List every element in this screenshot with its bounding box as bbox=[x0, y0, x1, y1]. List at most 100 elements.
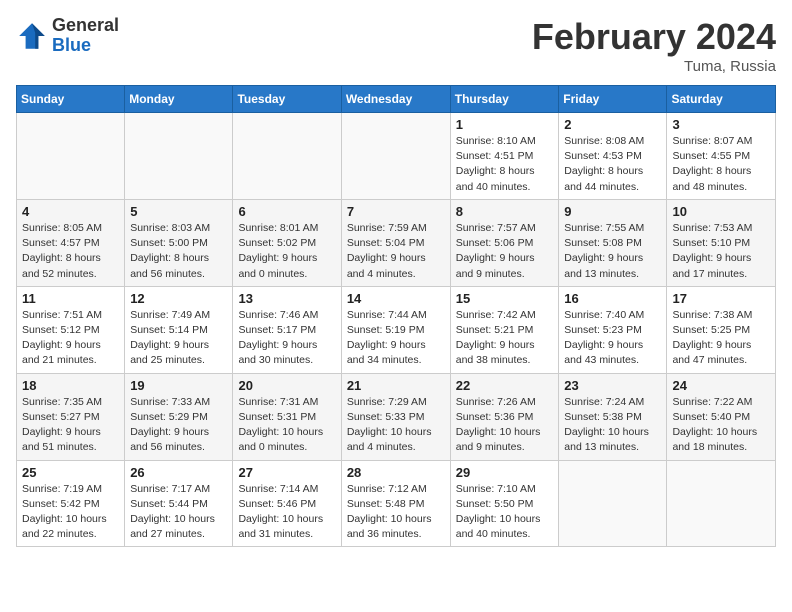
calendar-week-row: 25Sunrise: 7:19 AM Sunset: 5:42 PM Dayli… bbox=[17, 460, 776, 547]
day-info: Sunrise: 7:55 AM Sunset: 5:08 PM Dayligh… bbox=[564, 221, 661, 282]
day-number: 7 bbox=[347, 204, 445, 219]
day-number: 21 bbox=[347, 378, 445, 393]
logo: General Blue bbox=[16, 16, 119, 56]
day-number: 16 bbox=[564, 291, 661, 306]
day-info: Sunrise: 7:17 AM Sunset: 5:44 PM Dayligh… bbox=[130, 482, 227, 543]
calendar-week-row: 1Sunrise: 8:10 AM Sunset: 4:51 PM Daylig… bbox=[17, 113, 776, 200]
calendar-cell: 18 Sunrise: 7:35 AM Sunset: 5:27 PM Dayli… bbox=[17, 373, 125, 460]
day-info: Sunrise: 7:42 AM Sunset: 5:21 PM Dayligh… bbox=[456, 308, 554, 369]
logo-general: General bbox=[52, 15, 119, 35]
logo-text: General Blue bbox=[52, 16, 119, 56]
calendar-cell bbox=[559, 460, 667, 547]
calendar-cell bbox=[341, 113, 450, 200]
calendar-cell: 2 Sunrise: 8:08 AM Sunset: 4:53 PM Daylig… bbox=[559, 113, 667, 200]
day-number: 29 bbox=[456, 465, 554, 480]
calendar-cell: 19 Sunrise: 7:33 AM Sunset: 5:29 PM Dayli… bbox=[125, 373, 233, 460]
calendar-cell: 15 Sunrise: 7:42 AM Sunset: 5:21 PM Dayli… bbox=[450, 286, 559, 373]
calendar-cell: 21 Sunrise: 7:29 AM Sunset: 5:33 PM Dayli… bbox=[341, 373, 450, 460]
day-info: Sunrise: 7:38 AM Sunset: 5:25 PM Dayligh… bbox=[672, 308, 770, 369]
calendar-week-row: 11 Sunrise: 7:51 AM Sunset: 5:12 PM Dayli… bbox=[17, 286, 776, 373]
day-info: Sunrise: 8:08 AM Sunset: 4:53 PM Dayligh… bbox=[564, 134, 661, 195]
weekday-header: Wednesday bbox=[341, 86, 450, 113]
calendar-cell: 20 Sunrise: 7:31 AM Sunset: 5:31 PM Dayli… bbox=[233, 373, 341, 460]
day-info: Sunrise: 7:40 AM Sunset: 5:23 PM Dayligh… bbox=[564, 308, 661, 369]
day-info: Sunrise: 7:31 AM Sunset: 5:31 PM Dayligh… bbox=[238, 395, 335, 456]
day-info: Sunrise: 7:10 AM Sunset: 5:50 PM Dayligh… bbox=[456, 482, 554, 543]
day-info: Sunrise: 7:29 AM Sunset: 5:33 PM Dayligh… bbox=[347, 395, 445, 456]
day-number: 6 bbox=[238, 204, 335, 219]
day-number: 13 bbox=[238, 291, 335, 306]
day-number: 1 bbox=[456, 117, 554, 132]
day-number: 23 bbox=[564, 378, 661, 393]
day-number: 22 bbox=[456, 378, 554, 393]
weekday-header: Sunday bbox=[17, 86, 125, 113]
calendar-cell: 14 Sunrise: 7:44 AM Sunset: 5:19 PM Dayli… bbox=[341, 286, 450, 373]
calendar-cell: 3 Sunrise: 8:07 AM Sunset: 4:55 PM Daylig… bbox=[667, 113, 776, 200]
day-number: 2 bbox=[564, 117, 661, 132]
logo-icon bbox=[16, 20, 48, 52]
day-number: 19 bbox=[130, 378, 227, 393]
day-number: 28 bbox=[347, 465, 445, 480]
day-number: 11 bbox=[22, 291, 119, 306]
calendar-week-row: 18 Sunrise: 7:35 AM Sunset: 5:27 PM Dayli… bbox=[17, 373, 776, 460]
day-number: 15 bbox=[456, 291, 554, 306]
weekday-header: Tuesday bbox=[233, 86, 341, 113]
title-block: February 2024 Tuma, Russia bbox=[532, 16, 776, 75]
day-info: Sunrise: 7:14 AM Sunset: 5:46 PM Dayligh… bbox=[238, 482, 335, 543]
day-info: Sunrise: 7:22 AM Sunset: 5:40 PM Dayligh… bbox=[672, 395, 770, 456]
day-number: 5 bbox=[130, 204, 227, 219]
day-number: 3 bbox=[672, 117, 770, 132]
day-number: 17 bbox=[672, 291, 770, 306]
day-number: 4 bbox=[22, 204, 119, 219]
calendar-cell: 1Sunrise: 8:10 AM Sunset: 4:51 PM Daylig… bbox=[450, 113, 559, 200]
day-info: Sunrise: 7:46 AM Sunset: 5:17 PM Dayligh… bbox=[238, 308, 335, 369]
day-number: 20 bbox=[238, 378, 335, 393]
day-info: Sunrise: 7:33 AM Sunset: 5:29 PM Dayligh… bbox=[130, 395, 227, 456]
weekday-header: Monday bbox=[125, 86, 233, 113]
calendar-cell: 16 Sunrise: 7:40 AM Sunset: 5:23 PM Dayli… bbox=[559, 286, 667, 373]
day-info: Sunrise: 7:24 AM Sunset: 5:38 PM Dayligh… bbox=[564, 395, 661, 456]
calendar-cell: 23 Sunrise: 7:24 AM Sunset: 5:38 PM Dayli… bbox=[559, 373, 667, 460]
day-info: Sunrise: 7:59 AM Sunset: 5:04 PM Dayligh… bbox=[347, 221, 445, 282]
calendar-cell: 12Sunrise: 7:49 AM Sunset: 5:14 PM Dayli… bbox=[125, 286, 233, 373]
weekday-header-row: SundayMondayTuesdayWednesdayThursdayFrid… bbox=[17, 86, 776, 113]
calendar-cell: 6 Sunrise: 8:01 AM Sunset: 5:02 PM Daylig… bbox=[233, 199, 341, 286]
day-number: 9 bbox=[564, 204, 661, 219]
calendar-table: SundayMondayTuesdayWednesdayThursdayFrid… bbox=[16, 85, 776, 547]
calendar-week-row: 4Sunrise: 8:05 AM Sunset: 4:57 PM Daylig… bbox=[17, 199, 776, 286]
location: Tuma, Russia bbox=[532, 58, 776, 75]
day-number: 26 bbox=[130, 465, 227, 480]
day-info: Sunrise: 7:44 AM Sunset: 5:19 PM Dayligh… bbox=[347, 308, 445, 369]
logo-blue: Blue bbox=[52, 35, 91, 55]
calendar-cell: 24 Sunrise: 7:22 AM Sunset: 5:40 PM Dayli… bbox=[667, 373, 776, 460]
day-number: 8 bbox=[456, 204, 554, 219]
calendar-cell: 11 Sunrise: 7:51 AM Sunset: 5:12 PM Dayli… bbox=[17, 286, 125, 373]
day-info: Sunrise: 7:53 AM Sunset: 5:10 PM Dayligh… bbox=[672, 221, 770, 282]
calendar-cell: 9 Sunrise: 7:55 AM Sunset: 5:08 PM Daylig… bbox=[559, 199, 667, 286]
day-info: Sunrise: 8:01 AM Sunset: 5:02 PM Dayligh… bbox=[238, 221, 335, 282]
month-title: February 2024 bbox=[532, 16, 776, 58]
day-number: 12 bbox=[130, 291, 227, 306]
calendar-cell: 26 Sunrise: 7:17 AM Sunset: 5:44 PM Dayli… bbox=[125, 460, 233, 547]
day-number: 27 bbox=[238, 465, 335, 480]
day-info: Sunrise: 8:07 AM Sunset: 4:55 PM Dayligh… bbox=[672, 134, 770, 195]
day-number: 24 bbox=[672, 378, 770, 393]
calendar-cell: 22 Sunrise: 7:26 AM Sunset: 5:36 PM Dayli… bbox=[450, 373, 559, 460]
calendar-cell bbox=[125, 113, 233, 200]
calendar-cell: 17 Sunrise: 7:38 AM Sunset: 5:25 PM Dayli… bbox=[667, 286, 776, 373]
day-info: Sunrise: 7:35 AM Sunset: 5:27 PM Dayligh… bbox=[22, 395, 119, 456]
calendar-cell bbox=[667, 460, 776, 547]
calendar-cell: 4Sunrise: 8:05 AM Sunset: 4:57 PM Daylig… bbox=[17, 199, 125, 286]
day-number: 14 bbox=[347, 291, 445, 306]
day-info: Sunrise: 7:19 AM Sunset: 5:42 PM Dayligh… bbox=[22, 482, 119, 543]
page-header: General Blue February 2024 Tuma, Russia bbox=[16, 16, 776, 75]
day-info: Sunrise: 7:51 AM Sunset: 5:12 PM Dayligh… bbox=[22, 308, 119, 369]
day-info: Sunrise: 7:26 AM Sunset: 5:36 PM Dayligh… bbox=[456, 395, 554, 456]
calendar-cell: 13 Sunrise: 7:46 AM Sunset: 5:17 PM Dayli… bbox=[233, 286, 341, 373]
calendar-cell: 8Sunrise: 7:57 AM Sunset: 5:06 PM Daylig… bbox=[450, 199, 559, 286]
weekday-header: Friday bbox=[559, 86, 667, 113]
calendar-cell bbox=[17, 113, 125, 200]
day-number: 18 bbox=[22, 378, 119, 393]
calendar-cell: 5Sunrise: 8:03 AM Sunset: 5:00 PM Daylig… bbox=[125, 199, 233, 286]
day-info: Sunrise: 7:12 AM Sunset: 5:48 PM Dayligh… bbox=[347, 482, 445, 543]
